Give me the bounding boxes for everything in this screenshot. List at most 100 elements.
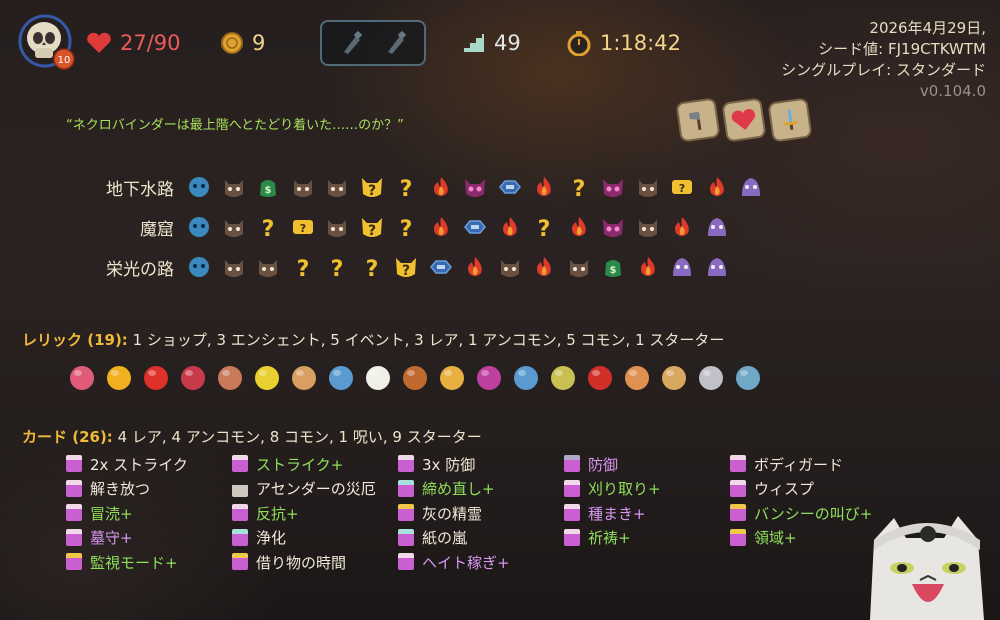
card-entry[interactable]: 解き放つ [64,477,230,502]
card-entry[interactable]: 反抗+ [230,501,396,526]
card-entry[interactable]: 防御 [562,452,728,477]
map-node-elite-icon[interactable] [458,172,493,202]
map-node-shop-icon[interactable] [424,252,459,282]
card-entry[interactable]: ボディガード [728,452,894,477]
card-entry[interactable]: 3x 防御 [396,452,562,477]
map-node-elite-icon[interactable] [596,172,631,202]
card-entry[interactable]: 冒涜+ [64,501,230,526]
map-node-monster-icon[interactable] [217,212,252,242]
card-entry[interactable]: ストライク+ [230,452,396,477]
map-node-monster-icon[interactable] [251,252,286,282]
axe-tile-icon[interactable] [675,97,721,143]
card-entry[interactable]: 祈祷+ [562,526,728,551]
white-flower-icon[interactable] [360,360,396,396]
coral-icon[interactable] [64,360,100,396]
card-entry[interactable]: ヘイト稼ぎ+ [396,550,562,575]
card-entry[interactable]: 紙の嵐 [396,526,562,551]
card-entry[interactable]: ウィスプ [728,477,894,502]
empty-potion-slot[interactable] [378,26,412,60]
map-node-unknown-icon[interactable]: ? [562,172,597,202]
map-node-unknown-icon[interactable]: ? [251,212,286,242]
character-portrait[interactable]: 10 [18,14,76,72]
map-node-monster-icon[interactable] [217,252,252,282]
map-node-monster-icon[interactable] [631,212,666,242]
map-node-unknown-icon[interactable]: ? [389,212,424,242]
map-node-elite-icon[interactable] [596,212,631,242]
timer-display[interactable]: 1:18:42 [566,28,681,58]
card-entry[interactable]: 2x ストライク [64,452,230,477]
hp-display[interactable]: 27/90 [86,28,181,58]
map-node-rest-icon[interactable] [665,212,700,242]
map-node-rest-icon[interactable] [527,252,562,282]
map-node-boss-icon[interactable] [700,252,735,282]
map-node-rest-icon[interactable] [424,212,459,242]
empty-potion-slot[interactable] [334,26,368,60]
map-node-monster-icon[interactable] [217,172,252,202]
tray-icon[interactable] [175,360,211,396]
card-entry[interactable]: 墓守+ [64,526,230,551]
map-node-unknown-icon[interactable]: ? [389,172,424,202]
map-node-monster-icon[interactable] [286,172,321,202]
scythe-icon[interactable] [693,360,729,396]
map-node-unknown-elite-icon[interactable]: ? [389,252,424,282]
paper-icon[interactable] [656,360,692,396]
golden-orb-icon[interactable] [101,360,137,396]
sword-tile-icon[interactable] [767,97,813,143]
map-node-rest-icon[interactable] [562,212,597,242]
map-node-monster-icon[interactable] [562,252,597,282]
wooden-box-icon[interactable] [397,360,433,396]
map-node-treasure-icon[interactable]: $ [596,252,631,282]
map-node-rest-icon[interactable] [700,172,735,202]
map-node-chest-icon[interactable]: ? [665,172,700,202]
cloak-icon[interactable] [619,360,655,396]
map-node-shop-icon[interactable] [493,172,528,202]
pyramid-icon[interactable] [286,360,322,396]
map-node-shop-icon[interactable] [458,212,493,242]
map-node-unknown-icon[interactable]: ? [527,212,562,242]
lemon-icon[interactable] [249,360,285,396]
map-node-boss-icon[interactable] [665,252,700,282]
card-entry[interactable]: アセンダーの災厄 [230,477,396,502]
map-node-unknown-icon[interactable]: ? [355,252,390,282]
gold-value: 9 [252,31,266,55]
map-node-monster-icon[interactable] [631,172,666,202]
map-node-rest-icon[interactable] [527,172,562,202]
map-node-ancient-icon[interactable] [182,172,217,202]
map-node-unknown-icon[interactable]: ? [320,252,355,282]
map-node-unknown-elite-icon[interactable]: ? [355,172,390,202]
card-entry[interactable]: 刈り取り+ [562,477,728,502]
map-node-boss-icon[interactable] [734,172,769,202]
potion-bottle-icon[interactable] [471,360,507,396]
map-node-unknown-elite-icon[interactable]: ? [355,212,390,242]
card-entry[interactable]: 締め直し+ [396,477,562,502]
card-entry[interactable]: 浄化 [230,526,396,551]
map-node-rest-icon[interactable] [458,252,493,282]
map-node-boss-icon[interactable] [700,212,735,242]
map-node-treasure-icon[interactable]: $ [251,172,286,202]
map-node-ancient-icon[interactable] [182,212,217,242]
map-node-monster-icon[interactable] [320,172,355,202]
map-node-rest-icon[interactable] [424,172,459,202]
strawberry-icon[interactable] [138,360,174,396]
floor-display[interactable]: 49 [462,28,521,58]
heart-tile-icon[interactable] [721,97,767,143]
gold-display[interactable]: 9 [220,28,265,58]
anchor-icon[interactable] [323,360,359,396]
map-node-monster-icon[interactable] [493,252,528,282]
anchor-icon[interactable] [508,360,544,396]
teacup-icon[interactable] [212,360,248,396]
card-entry[interactable]: 種まき+ [562,501,728,526]
potted-flower-icon[interactable] [434,360,470,396]
map-node-ancient-icon[interactable] [182,252,217,282]
map-node-monster-icon[interactable] [320,212,355,242]
map-node-unknown-icon[interactable]: ? [286,252,321,282]
map-node-rest-icon[interactable] [631,252,666,282]
map-node-chest-icon[interactable]: ? [286,212,321,242]
card-entry[interactable]: 灰の精霊 [396,501,562,526]
card-entry[interactable]: 借り物の時間 [230,550,396,575]
tag-icon[interactable] [730,360,766,396]
card-entry[interactable]: 監視モード+ [64,550,230,575]
map-node-rest-icon[interactable] [493,212,528,242]
mango-icon[interactable] [545,360,581,396]
red-flask-icon[interactable] [582,360,618,396]
